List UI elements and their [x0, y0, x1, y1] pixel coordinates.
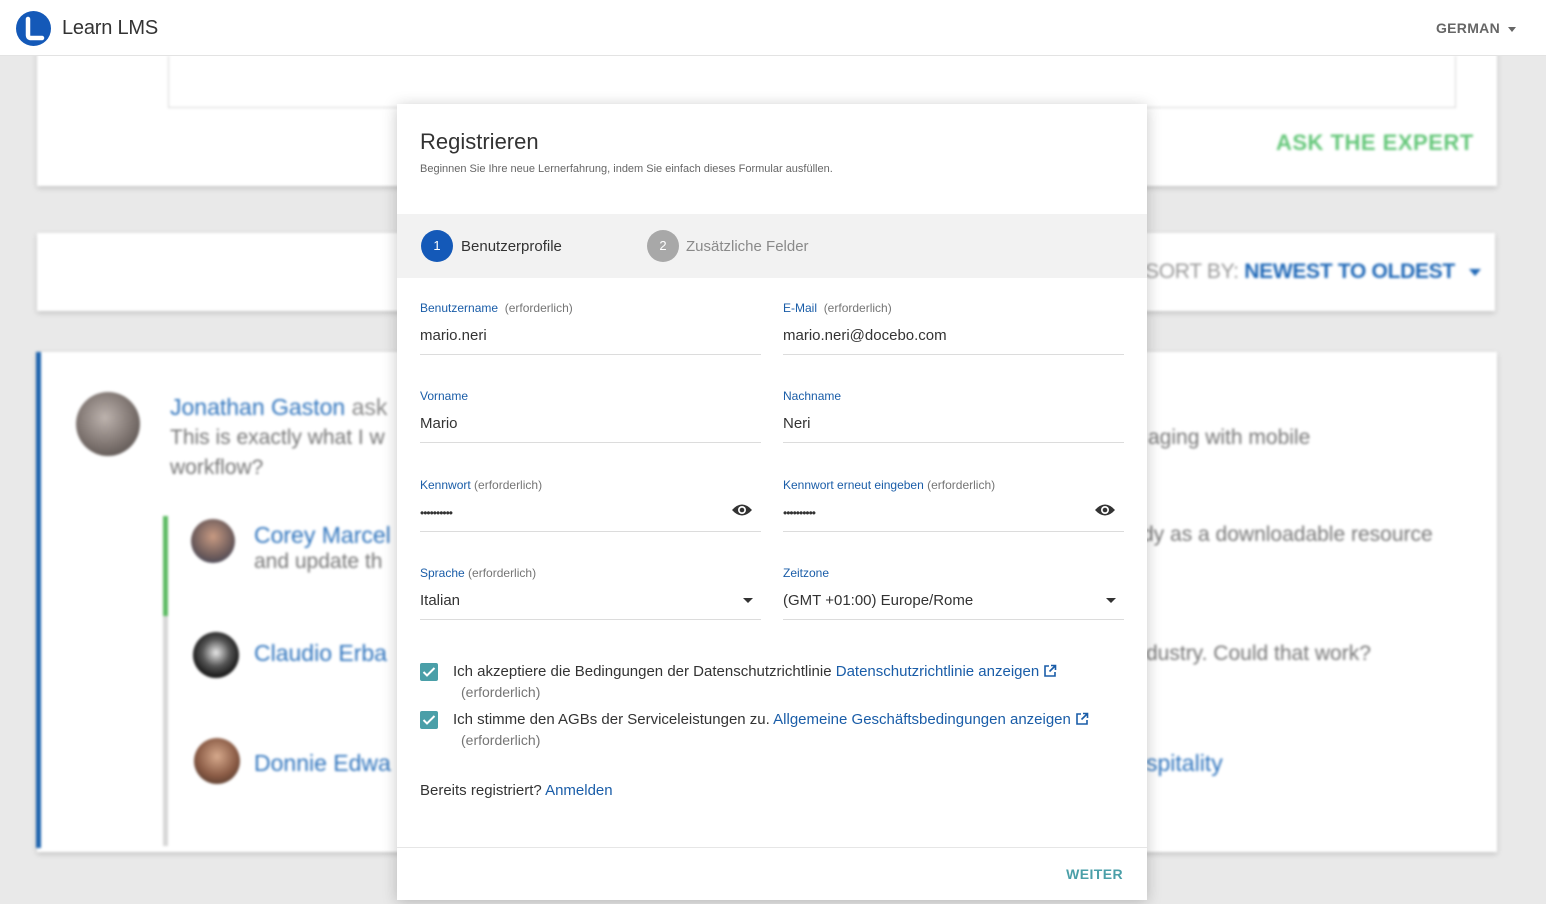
sort-by-dropdown: SORT BY: NEWEST TO OLDEST	[1145, 260, 1481, 284]
eye-icon[interactable]	[731, 503, 753, 522]
reply-text: dy as a downloadable resource	[1142, 523, 1433, 546]
avatar	[191, 519, 235, 563]
field-label: Vorname	[420, 389, 469, 403]
divider	[397, 847, 1147, 848]
avatar	[193, 632, 239, 678]
reply-author: Donnie Edwa	[254, 750, 391, 776]
password-input[interactable]: ••••••••••	[420, 506, 453, 520]
chevron-down-icon	[1468, 268, 1481, 276]
password-field[interactable]: Kennwort (erforderlich) ••••••••••	[420, 478, 761, 532]
firstname-input[interactable]: Mario	[420, 415, 458, 432]
username-input[interactable]: mario.neri	[420, 327, 487, 344]
timezone-select[interactable]: Zeitzone (GMT +01:00) Europe/Rome	[783, 566, 1124, 620]
language-select[interactable]: Sprache (erforderlich) Italian	[420, 566, 761, 620]
required-hint: (erforderlich)	[461, 684, 541, 700]
post-text: workflow?	[170, 456, 264, 479]
field-label: Benutzername (erforderlich)	[420, 301, 573, 315]
language-selector[interactable]: GERMAN	[1436, 20, 1516, 36]
privacy-policy-link[interactable]: Datenschutzrichtlinie anzeigen	[836, 663, 1039, 680]
terms-consent-text: Ich stimme den AGBs der Serviceleistunge…	[453, 711, 1089, 730]
already-registered: Bereits registriert? Anmelden	[420, 782, 613, 799]
language-select-value[interactable]: Italian	[420, 592, 460, 609]
timezone-select-value[interactable]: (GMT +01:00) Europe/Rome	[783, 592, 973, 609]
privacy-consent-text: Ich akzeptiere die Bedingungen der Daten…	[453, 663, 1057, 682]
answer-indicator	[163, 516, 168, 616]
password-repeat-input[interactable]: ••••••••••	[783, 506, 816, 520]
password-repeat-field[interactable]: Kennwort erneut eingeben (erforderlich) …	[783, 478, 1124, 532]
reply-author: Corey Marcel	[254, 522, 391, 548]
required-hint: (erforderlich)	[461, 732, 541, 748]
reply-text: dustry. Could that work?	[1146, 642, 1371, 665]
chevron-down-icon[interactable]	[1106, 598, 1116, 603]
post-text: This is exactly what I w	[170, 426, 385, 449]
reply-text: spitality	[1146, 750, 1223, 776]
external-link-icon[interactable]	[1075, 712, 1089, 730]
terms-checkbox[interactable]	[420, 711, 438, 729]
next-button[interactable]: WEITER	[1066, 866, 1123, 882]
modal-subtitle: Beginnen Sie Ihre neue Lernerfahrung, in…	[420, 163, 833, 175]
step-number-badge: 2	[647, 230, 679, 262]
step-number-badge: 1	[421, 230, 453, 262]
field-label: E-Mail (erforderlich)	[783, 301, 892, 315]
stepper: 1 Benutzerprofile 2 Zusätzliche Felder	[397, 214, 1147, 278]
ask-expert-button: ASK THE EXPERT	[1276, 130, 1474, 155]
avatar	[76, 392, 140, 456]
thread-indicator	[36, 352, 41, 848]
chevron-down-icon[interactable]	[743, 598, 753, 603]
privacy-checkbox[interactable]	[420, 663, 438, 681]
field-label: Kennwort erneut eingeben (erforderlich)	[783, 478, 996, 492]
external-link-icon[interactable]	[1043, 664, 1057, 682]
registration-modal: Registrieren Beginnen Sie Ihre neue Lern…	[397, 104, 1147, 900]
app-logo[interactable]	[16, 11, 51, 46]
field-label: Sprache (erforderlich)	[420, 566, 537, 580]
field-label: Nachname	[783, 389, 842, 403]
reply-indicator	[163, 616, 168, 846]
email-input[interactable]: mario.neri@docebo.com	[783, 327, 947, 344]
language-label: GERMAN	[1435, 20, 1500, 36]
comment-input	[168, 56, 1456, 108]
post-text: aging with mobile	[1148, 426, 1311, 449]
modal-title: Registrieren	[420, 129, 539, 154]
terms-link[interactable]: Allgemeine Geschäftsbedingungen anzeigen	[773, 711, 1071, 728]
reply-text: and update th	[254, 550, 383, 573]
login-link[interactable]: Anmelden	[545, 782, 613, 799]
step-zusaetzliche-felder[interactable]: Zusätzliche Felder	[686, 238, 809, 255]
sort-label: SORT BY:	[1145, 260, 1239, 283]
lastname-input[interactable]: Neri	[783, 415, 811, 432]
email-field[interactable]: E-Mail (erforderlich) mario.neri@docebo.…	[783, 301, 1124, 355]
firstname-field[interactable]: Vorname Mario	[420, 389, 761, 443]
avatar	[194, 738, 240, 784]
reply-author: Claudio Erba	[254, 640, 387, 666]
username-field[interactable]: Benutzername (erforderlich) mario.neri	[420, 301, 761, 355]
field-label: Zeitzone	[783, 566, 830, 580]
step-benutzerprofile[interactable]: Benutzerprofile	[461, 238, 562, 255]
top-bar: Learn LMS GERMAN	[0, 0, 1546, 56]
lastname-field[interactable]: Nachname Neri	[783, 389, 1124, 443]
sort-value: NEWEST TO OLDEST	[1244, 260, 1455, 283]
eye-icon[interactable]	[1094, 503, 1116, 522]
chevron-down-icon	[1508, 26, 1516, 32]
field-label: Kennwort (erforderlich)	[420, 478, 543, 492]
app-title: Learn LMS	[62, 17, 159, 39]
post-author: Jonathan Gaston ask	[170, 394, 388, 420]
